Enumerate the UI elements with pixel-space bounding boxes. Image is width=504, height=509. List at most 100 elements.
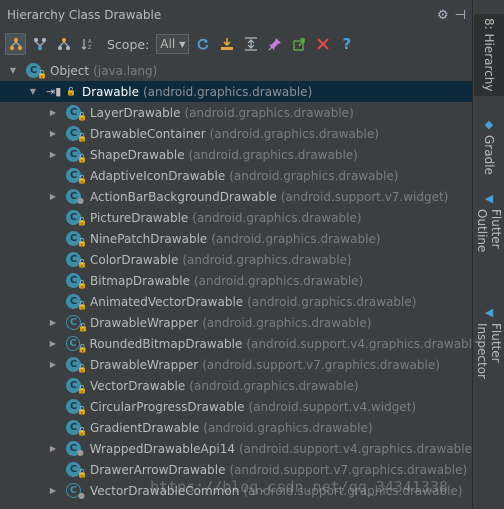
- flutter-icon: ◀: [484, 192, 494, 205]
- sidebar-tab-gradle[interactable]: ◆ Gradle: [474, 118, 504, 176]
- chevron-down-icon[interactable]: ▼: [8, 66, 18, 75]
- class-icon: C 🔓: [66, 357, 87, 373]
- tree-row[interactable]: C 🔓 AdaptiveIconDrawable (android.graphics.…: [0, 165, 472, 186]
- class-package: (android.support.v4.graphics.drawabl: [246, 336, 472, 351]
- class-package: (android.graphics.drawable): [209, 126, 379, 141]
- class-name: AdaptiveIconDrawable: [90, 168, 226, 183]
- public-icon: 🔓: [77, 469, 87, 478]
- chevron-right-icon[interactable]: ▶: [48, 108, 58, 117]
- chevron-right-icon[interactable]: ▶: [48, 192, 58, 201]
- tree-row-root[interactable]: ▼ C 🔓 Object (java.lang): [0, 60, 472, 81]
- public-icon: 🔓: [77, 112, 87, 121]
- class-package: (java.lang): [93, 63, 158, 78]
- tree-row[interactable]: ▶ C ● VectorDrawableCommon (android.support.…: [0, 480, 472, 501]
- class-icon: C 🔓: [66, 210, 87, 226]
- chevron-right-icon[interactable]: ▶: [48, 129, 58, 138]
- class-name: WrappedDrawableApi14: [89, 441, 235, 456]
- tree-row[interactable]: ▶ C 🔓 DrawableWrapper (android.support.v7.gr…: [0, 354, 472, 375]
- chevron-right-icon[interactable]: ▶: [48, 486, 58, 495]
- chevron-right-icon[interactable]: ▶: [48, 150, 58, 159]
- export-icon[interactable]: [216, 33, 237, 55]
- tree-row[interactable]: ▶ C 🔓 DrawableWrapper (android.graphics.draw…: [0, 312, 472, 333]
- flutter-icon: ◀: [484, 306, 494, 319]
- class-package: (android.graphics.drawable): [203, 420, 373, 435]
- class-package: (android.graphics.drawable): [184, 105, 354, 120]
- gear-icon[interactable]: ⚙: [437, 8, 449, 23]
- sidebar-tab-hierarchy[interactable]: 8: Hierarchy: [474, 14, 504, 96]
- class-name: ActionBarBackgroundDrawable: [90, 189, 277, 204]
- sidebar-tab-flutter-outline[interactable]: ◀ Flutter Outline: [474, 192, 504, 292]
- tree-row[interactable]: ▶ C 🔓 RoundedBitmapDrawable (android.support…: [0, 333, 472, 354]
- class-icon: C ●: [65, 441, 84, 457]
- class-package: (android.graphics.drawable): [188, 147, 358, 162]
- public-icon: 🔓: [77, 175, 87, 184]
- gradle-icon: ◆: [484, 118, 494, 131]
- class-icon: C 🔓: [66, 147, 87, 163]
- tree-row[interactable]: C 🔓 NinePatchDrawable (android.graphics.dra…: [0, 228, 472, 249]
- class-hierarchy-icon[interactable]: [5, 33, 26, 55]
- scope-select[interactable]: All ▼: [156, 34, 190, 54]
- close-icon[interactable]: [312, 33, 333, 55]
- public-icon: 🔓: [77, 344, 88, 353]
- pin-tab-icon[interactable]: [288, 33, 309, 55]
- chevron-right-icon[interactable]: ▶: [48, 339, 58, 348]
- package-private-icon: ●: [78, 491, 85, 500]
- package-private-icon: ●: [76, 448, 84, 457]
- right-tool-sidebar: 8: Hierarchy ◆ Gradle ◀ Flutter Outline …: [474, 0, 504, 509]
- chevron-down-icon[interactable]: ▼: [28, 87, 38, 96]
- public-icon: 🔓: [77, 280, 87, 289]
- tree-row[interactable]: ▶ C 🔓 ShapeDrawable (android.graphics.drawab…: [0, 144, 472, 165]
- tree-row[interactable]: C 🔓 BitmapDrawable (android.graphics.drawab…: [0, 270, 472, 291]
- tree-row[interactable]: C 🔓 AnimatedVectorDrawable (android.graphic…: [0, 291, 472, 312]
- class-package: (android.graphics.drawable): [229, 168, 399, 183]
- tree-row[interactable]: C 🔓 CircularProgressDrawable (android.suppo…: [0, 396, 472, 417]
- class-name: DrawableContainer: [90, 126, 206, 141]
- pin-icon[interactable]: [264, 33, 285, 55]
- expand-all-icon[interactable]: [240, 33, 261, 55]
- tree-row[interactable]: C 🔓 DrawerArrowDrawable (android.support.v7…: [0, 459, 472, 480]
- public-icon: 🔓: [77, 154, 87, 163]
- supertypes-icon[interactable]: [29, 33, 50, 55]
- tree-row[interactable]: C 🔓 VectorDrawable (android.graphics.drawab…: [0, 375, 472, 396]
- public-icon: 🔓: [77, 364, 87, 373]
- goto-class-icon: ⇥▮: [46, 85, 62, 98]
- hierarchy-tree: ▼ C 🔓 Object (java.lang) ▼ ⇥▮ 🔓 Drawable …: [0, 60, 472, 509]
- class-icon: C 🔓: [66, 294, 87, 310]
- class-package: (android.graphics.drawable): [211, 231, 381, 246]
- class-name: Object: [50, 63, 90, 78]
- public-icon: 🔓: [66, 87, 76, 96]
- sidebar-tab-label: Gradle: [482, 135, 496, 175]
- public-icon: 🔓: [77, 133, 87, 142]
- chevron-right-icon[interactable]: ▶: [48, 444, 58, 453]
- class-icon: C 🔓: [66, 105, 87, 121]
- sidebar-tab-flutter-inspector[interactable]: ◀ Flutter Inspector: [474, 306, 504, 416]
- public-icon: 🔓: [77, 301, 87, 310]
- public-icon: 🔓: [77, 238, 87, 247]
- public-icon: 🔓: [77, 259, 87, 268]
- hide-panel-icon[interactable]: ⊣: [455, 8, 466, 23]
- class-package: (android.support.v7.graphics.drawable): [229, 462, 468, 477]
- tree-row[interactable]: C 🔓 GradientDrawable (android.graphics.draw…: [0, 417, 472, 438]
- tree-row[interactable]: ▶ C ● ActionBarBackgroundDrawable (android.s…: [0, 186, 472, 207]
- class-icon: C 🔓: [66, 315, 88, 332]
- help-icon[interactable]: ?: [336, 33, 357, 55]
- tree-row-selected[interactable]: ▼ ⇥▮ 🔓 Drawable (android.graphics.drawab…: [0, 81, 472, 102]
- tree-row[interactable]: C 🔓 ColorDrawable (android.graphics.drawabl…: [0, 249, 472, 270]
- class-name: LayerDrawable: [90, 105, 181, 120]
- class-name: BitmapDrawable: [90, 273, 190, 288]
- sort-alpha-icon[interactable]: AZ: [77, 33, 98, 55]
- tree-row[interactable]: ▶ C 🔓 LayerDrawable (android.graphics.drawab…: [0, 102, 472, 123]
- refresh-icon[interactable]: [192, 33, 213, 55]
- class-name: PictureDrawable: [90, 210, 189, 225]
- chevron-right-icon[interactable]: ▶: [48, 318, 58, 327]
- class-icon: C 🔓: [26, 63, 47, 79]
- chevron-right-icon[interactable]: ▶: [48, 360, 58, 369]
- class-package: (android.graphics.drawable): [202, 315, 372, 330]
- tree-children: ▶ C 🔓 LayerDrawable (android.graphics.drawab…: [0, 102, 472, 501]
- tree-row[interactable]: ▶ C 🔓 DrawableContainer (android.graphics.dr…: [0, 123, 472, 144]
- scope-label: Scope:: [107, 36, 150, 52]
- tree-row[interactable]: C 🔓 PictureDrawable (android.graphics.drawa…: [0, 207, 472, 228]
- subtypes-icon[interactable]: [53, 33, 74, 55]
- tree-row[interactable]: ▶ C ● WrappedDrawableApi14 (android.support.…: [0, 438, 472, 459]
- class-name: DrawerArrowDrawable: [90, 462, 226, 477]
